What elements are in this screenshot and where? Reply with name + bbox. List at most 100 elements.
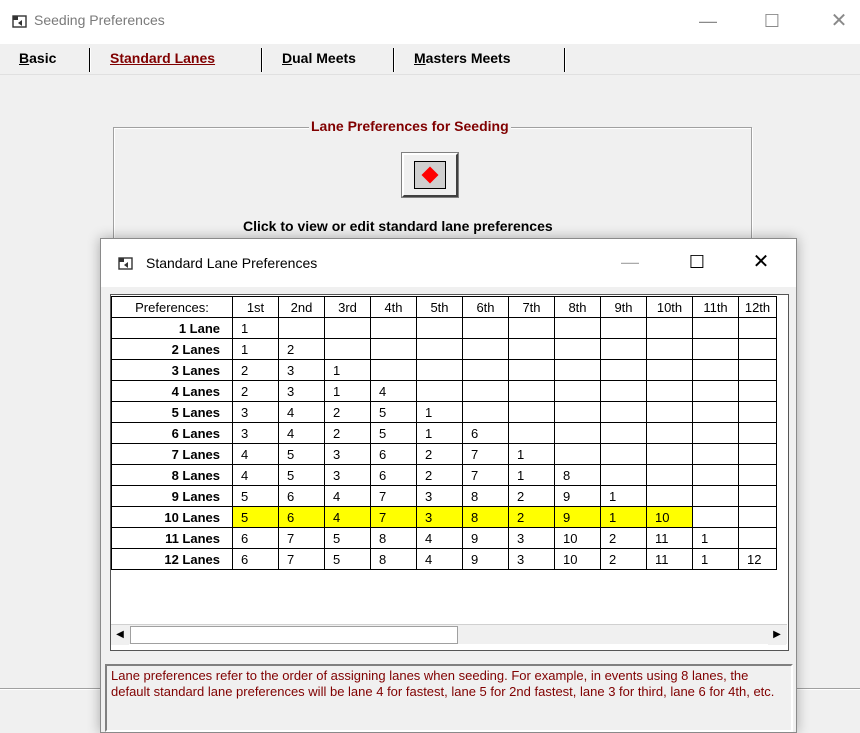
grid-cell[interactable] xyxy=(600,464,647,486)
grid-cell[interactable] xyxy=(738,317,777,339)
grid-cell[interactable]: 2 xyxy=(324,401,371,423)
grid-cell[interactable] xyxy=(738,506,777,528)
grid-cell[interactable] xyxy=(554,359,601,381)
grid-cell[interactable] xyxy=(600,443,647,465)
grid-cell[interactable] xyxy=(600,422,647,444)
grid-cell[interactable]: 1 xyxy=(508,443,555,465)
grid-cell[interactable] xyxy=(462,401,509,423)
grid-cell[interactable]: 4 xyxy=(370,380,417,402)
grid-cell[interactable]: 2 xyxy=(416,464,463,486)
grid-cell[interactable]: 3 xyxy=(508,527,555,549)
grid-cell[interactable] xyxy=(692,464,739,486)
grid-cell[interactable]: 5 xyxy=(370,401,417,423)
grid-cell[interactable] xyxy=(554,422,601,444)
grid-cell[interactable]: 4 xyxy=(232,443,279,465)
grid-cell[interactable]: 6 xyxy=(232,527,279,549)
grid-cell[interactable]: 2 xyxy=(232,380,279,402)
grid-cell[interactable]: 8 xyxy=(370,548,417,570)
grid-cell[interactable]: 1 xyxy=(508,464,555,486)
grid-cell[interactable] xyxy=(738,401,777,423)
grid-cell[interactable] xyxy=(738,422,777,444)
grid-cell[interactable]: 9 xyxy=(554,485,601,507)
grid-cell[interactable]: 2 xyxy=(278,338,325,360)
grid-cell[interactable]: 1 xyxy=(232,338,279,360)
grid-cell[interactable] xyxy=(462,359,509,381)
grid-cell[interactable]: 4 xyxy=(278,422,325,444)
grid-cell[interactable]: 5 xyxy=(278,443,325,465)
grid-cell[interactable] xyxy=(646,338,693,360)
tab-basic[interactable]: Basic xyxy=(19,50,56,72)
grid-cell[interactable]: 11 xyxy=(646,548,693,570)
grid-cell[interactable]: 5 xyxy=(370,422,417,444)
grid-cell[interactable]: 1 xyxy=(324,380,371,402)
grid-cell[interactable] xyxy=(416,359,463,381)
scroll-left-arrow-icon[interactable]: ◀ xyxy=(111,625,129,645)
grid-cell[interactable]: 6 xyxy=(370,443,417,465)
grid-cell[interactable] xyxy=(324,317,371,339)
grid-cell[interactable] xyxy=(554,443,601,465)
tab-masters-meets[interactable]: Masters Meets xyxy=(414,50,511,72)
grid-cell[interactable]: 9 xyxy=(462,548,509,570)
grid-cell[interactable]: 7 xyxy=(278,548,325,570)
grid-cell[interactable] xyxy=(600,338,647,360)
grid-cell[interactable]: 1 xyxy=(600,485,647,507)
grid-cell[interactable]: 4 xyxy=(232,464,279,486)
grid-cell[interactable] xyxy=(738,380,777,402)
grid-cell[interactable]: 1 xyxy=(232,317,279,339)
grid-cell[interactable]: 1 xyxy=(600,506,647,528)
grid-cell[interactable]: 2 xyxy=(508,485,555,507)
dialog-close-button[interactable]: ✕ xyxy=(749,249,773,275)
grid-cell[interactable] xyxy=(600,359,647,381)
grid-cell[interactable] xyxy=(692,380,739,402)
grid-cell[interactable]: 1 xyxy=(692,527,739,549)
grid-cell[interactable] xyxy=(554,338,601,360)
grid-cell[interactable]: 6 xyxy=(370,464,417,486)
grid-cell[interactable] xyxy=(646,485,693,507)
grid-cell[interactable] xyxy=(508,317,555,339)
grid-cell[interactable]: 3 xyxy=(324,464,371,486)
grid-cell[interactable]: 9 xyxy=(554,506,601,528)
grid-cell[interactable] xyxy=(692,317,739,339)
grid-cell[interactable]: 7 xyxy=(370,485,417,507)
grid-cell[interactable]: 5 xyxy=(324,548,371,570)
grid-cell[interactable]: 4 xyxy=(324,506,371,528)
grid-cell[interactable] xyxy=(692,422,739,444)
grid-cell[interactable]: 3 xyxy=(416,506,463,528)
grid-cell[interactable] xyxy=(646,401,693,423)
grid-cell[interactable]: 10 xyxy=(646,506,693,528)
scroll-thumb[interactable] xyxy=(130,626,458,644)
grid-cell[interactable]: 8 xyxy=(370,527,417,549)
grid-cell[interactable] xyxy=(738,464,777,486)
grid-cell[interactable]: 5 xyxy=(278,464,325,486)
grid-cell[interactable]: 4 xyxy=(278,401,325,423)
grid-cell[interactable]: 10 xyxy=(554,548,601,570)
grid-cell[interactable]: 7 xyxy=(462,464,509,486)
grid-cell[interactable] xyxy=(416,380,463,402)
grid-cell[interactable]: 7 xyxy=(462,443,509,465)
grid-cell[interactable]: 4 xyxy=(416,548,463,570)
grid-cell[interactable] xyxy=(738,338,777,360)
grid-cell[interactable] xyxy=(416,338,463,360)
grid-cell[interactable]: 3 xyxy=(416,485,463,507)
grid-cell[interactable]: 3 xyxy=(232,422,279,444)
grid-cell[interactable] xyxy=(692,359,739,381)
grid-cell[interactable]: 3 xyxy=(278,380,325,402)
grid-cell[interactable] xyxy=(370,359,417,381)
grid-cell[interactable]: 1 xyxy=(692,548,739,570)
grid-cell[interactable]: 4 xyxy=(416,527,463,549)
grid-cell[interactable]: 6 xyxy=(232,548,279,570)
grid-cell[interactable] xyxy=(692,338,739,360)
grid-cell[interactable] xyxy=(646,464,693,486)
grid-cell[interactable] xyxy=(646,422,693,444)
grid-cell[interactable]: 5 xyxy=(232,485,279,507)
grid-cell[interactable]: 8 xyxy=(554,464,601,486)
grid-cell[interactable]: 7 xyxy=(278,527,325,549)
grid-cell[interactable]: 12 xyxy=(738,548,777,570)
grid-cell[interactable]: 1 xyxy=(416,401,463,423)
edit-lane-preferences-button[interactable] xyxy=(401,152,459,198)
grid-cell[interactable] xyxy=(554,317,601,339)
grid-cell[interactable]: 10 xyxy=(554,527,601,549)
grid-cell[interactable] xyxy=(600,401,647,423)
grid-cell[interactable] xyxy=(462,317,509,339)
preferences-grid[interactable]: Preferences: 1st 2nd 3rd 4th 5th 6th 7th 8th 9th… xyxy=(111,296,777,570)
